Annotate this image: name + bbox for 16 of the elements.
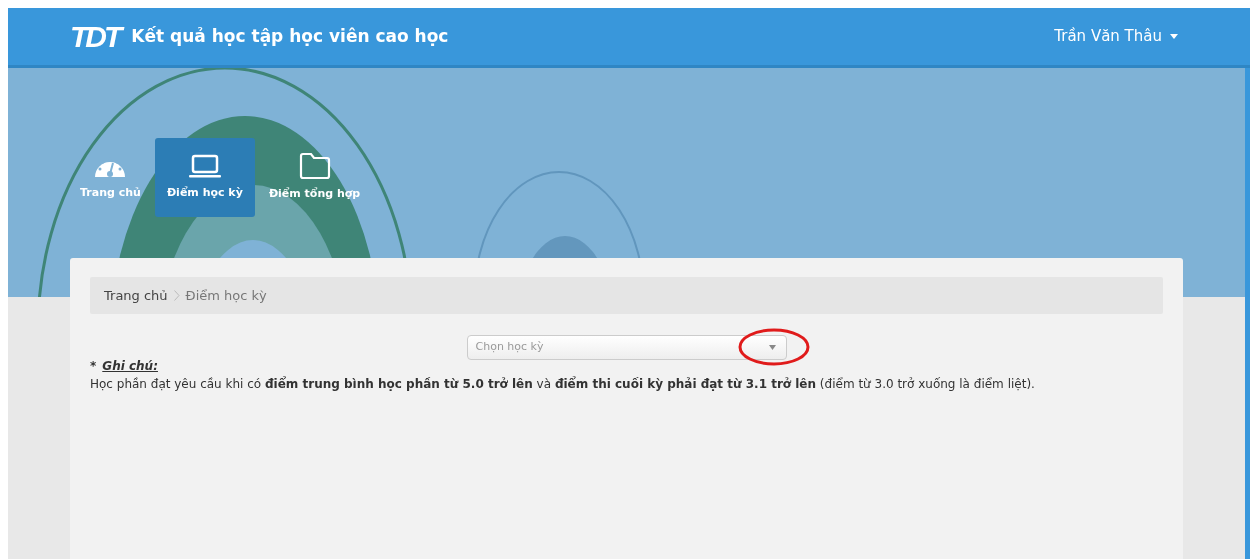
folder-icon [298, 152, 331, 181]
nav-tab[interactable]: Điểm học kỳ [154, 138, 255, 217]
chevron-icon [173, 290, 180, 301]
breadcrumb-link[interactable]: Trang chủ [104, 285, 168, 306]
note-heading: Ghi chú: [102, 358, 158, 375]
caret-icon [768, 345, 776, 350]
nav-tab[interactable]: Trang chủ [70, 138, 151, 217]
semester-select[interactable]: Chọn học kỳ [466, 335, 787, 360]
breadcrumb-link[interactable]: Điểm học kỳ [185, 285, 267, 306]
note-marker: * [90, 358, 97, 375]
logo: TDT [70, 19, 120, 55]
user-menu[interactable]: Trần Văn Thâu [1054, 25, 1178, 48]
note-text: Học phần đạt yêu cầu khi có điểm trung bình học phần từ 5.0 trở lên và điểm thi cuối kỳ phải đạt từ 3.1 trở lên (điểm từ 3.0 trở xuống là điểm liệt). [90, 375, 1036, 393]
laptop-icon [187, 153, 222, 180]
page-title: Kết quả học tập học viên cao học [131, 24, 449, 48]
caret-icon [1170, 34, 1178, 39]
